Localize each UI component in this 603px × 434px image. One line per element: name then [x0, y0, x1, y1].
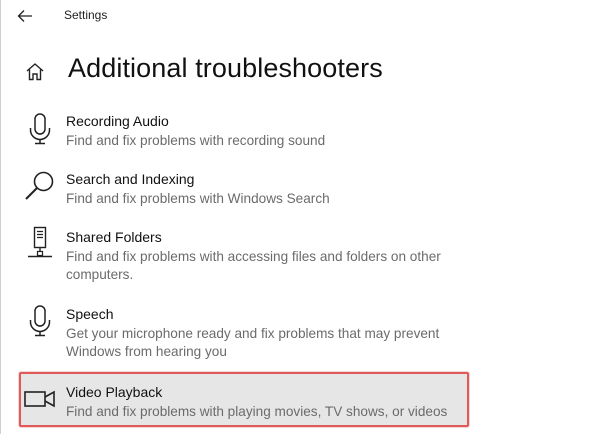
troubleshooter-name: Shared Folders — [66, 229, 162, 245]
microphone-icon — [29, 305, 51, 337]
window-title: Settings — [64, 8, 108, 22]
settings-window: Settings Additional troubleshooters Reco… — [0, 0, 603, 434]
troubleshooter-recording-audio[interactable]: Recording Audio Find and fix problems wi… — [19, 113, 469, 153]
home-button[interactable] — [24, 61, 46, 83]
microphone-icon — [29, 113, 51, 145]
search-icon — [25, 171, 54, 200]
troubleshooter-name: Video Playback — [66, 384, 163, 400]
troubleshooter-search-and-indexing[interactable]: Search and Indexing Find and fix problem… — [19, 171, 469, 211]
back-button[interactable] — [13, 5, 37, 27]
troubleshooter-shared-folders[interactable]: Shared Folders Find and fix problems wit… — [19, 226, 469, 287]
network-computer-icon — [28, 226, 52, 258]
page-title: Additional troubleshooters — [68, 53, 383, 83]
troubleshooter-description: Find and fix problems with recording sou… — [66, 133, 326, 148]
troubleshooter-video-playback[interactable]: Video Playback Find and fix problems wit… — [19, 372, 469, 427]
troubleshooter-name: Search and Indexing — [66, 171, 195, 187]
home-icon — [26, 63, 44, 81]
troubleshooter-description: Find and fix problems with accessing fil… — [66, 249, 441, 282]
troubleshooter-name: Recording Audio — [66, 113, 169, 129]
troubleshooter-description: Find and fix problems with playing movie… — [66, 404, 448, 419]
troubleshooter-description: Get your microphone ready and fix proble… — [66, 326, 440, 359]
back-arrow-icon — [17, 10, 32, 22]
troubleshooter-speech[interactable]: Speech Get your microphone ready and fix… — [19, 305, 469, 364]
troubleshooter-description: Find and fix problems with Windows Searc… — [66, 191, 330, 206]
title-bar: Settings — [1, 0, 603, 32]
video-camera-icon — [24, 390, 55, 408]
troubleshooter-name: Speech — [66, 306, 114, 322]
